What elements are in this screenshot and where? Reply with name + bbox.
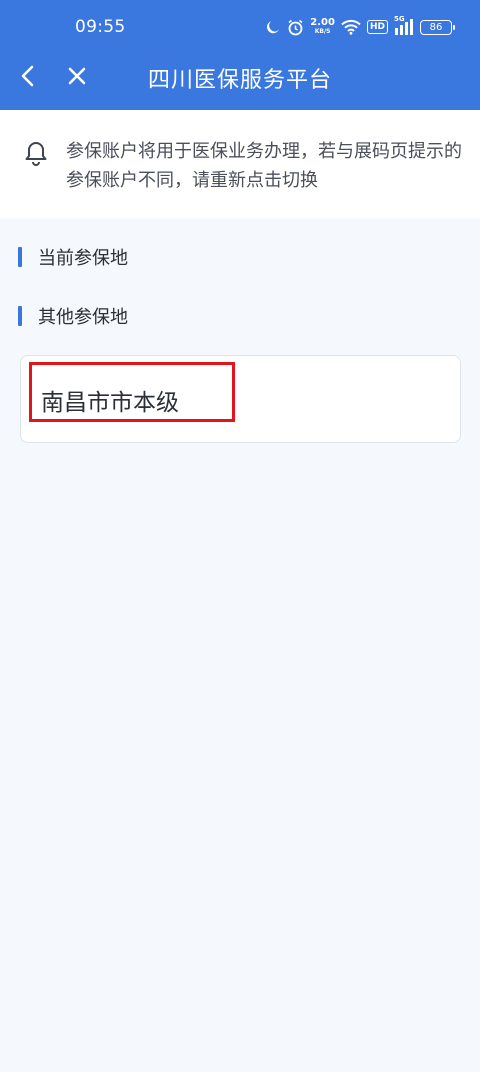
notice-text: 参保账户将用于医保业务办理，若与展码页提示的参保账户不同，请重新点击切换 bbox=[66, 141, 462, 191]
status-icons: 2.00 KB/S HD 5G 86 bbox=[265, 14, 455, 40]
location-name: 南昌市市本级 bbox=[41, 390, 179, 416]
location-card[interactable]: 南昌市市本级 bbox=[20, 355, 461, 443]
app-header: 09:55 2.00 KB/S HD 5G 86 四川医保服务平台 bbox=[0, 0, 480, 110]
page-title: 四川医保服务平台 bbox=[147, 68, 332, 93]
battery-icon: 86 bbox=[420, 19, 455, 35]
section-current-location: 当前参保地 bbox=[18, 246, 128, 269]
section-other-locations: 其他参保地 bbox=[18, 305, 128, 328]
bell-icon bbox=[24, 140, 48, 166]
nav-bar: 四川医保服务平台 bbox=[0, 54, 480, 110]
section-marker bbox=[18, 247, 22, 267]
section-title-other: 其他参保地 bbox=[38, 307, 128, 328]
network-label: 5G bbox=[394, 15, 405, 23]
speed-unit: KB/S bbox=[314, 28, 331, 35]
wifi-icon bbox=[341, 19, 361, 35]
alarm-icon bbox=[287, 19, 304, 36]
notice-banner: 参保账户将用于医保业务办理，若与展码页提示的参保账户不同，请重新点击切换 bbox=[0, 110, 480, 218]
status-time: 09:55 bbox=[75, 17, 126, 37]
section-title-current: 当前参保地 bbox=[38, 248, 128, 269]
section-marker bbox=[18, 306, 22, 326]
signal-icon: 5G bbox=[394, 15, 414, 35]
speed-value: 2.00 bbox=[310, 17, 335, 28]
moon-icon bbox=[265, 19, 281, 35]
hd-icon: HD bbox=[366, 20, 388, 34]
status-bar: 09:55 2.00 KB/S HD 5G 86 bbox=[0, 0, 480, 54]
network-speed: 2.00 KB/S bbox=[310, 18, 335, 36]
